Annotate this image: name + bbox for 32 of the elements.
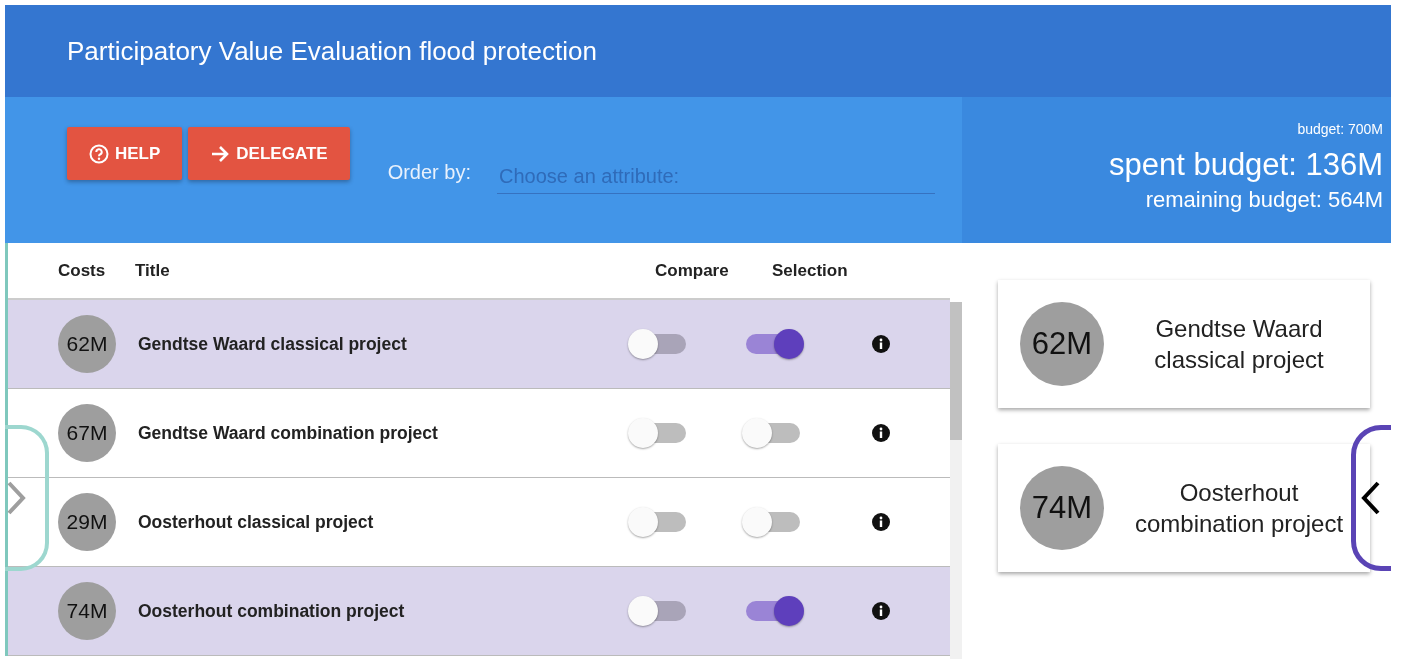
column-header: Compare [655,259,730,282]
project-title: Oosterhout combination project [1133,477,1345,539]
cost-badge: 62M [1020,302,1104,386]
app-title: Participatory Value Evaluation flood protection [67,34,597,68]
cost-badge: 29M [58,493,116,551]
help-button[interactable]: HELP [67,127,183,180]
budget-total: budget: 700M [1297,120,1383,139]
cost-badge: 62M [58,315,116,373]
column-header: Title [135,259,171,282]
delegate-button[interactable]: DELEGATE [188,127,350,180]
cost-badge: 74M [1020,466,1104,550]
arrow-right-icon [210,144,231,163]
info-icon[interactable] [872,602,890,620]
project-title: Oosterhout combination project [138,599,406,623]
info-icon[interactable] [872,424,890,442]
order-by-label: Order by: [387,160,471,185]
chevron-right-icon [5,480,27,516]
project-title: Oosterhout classical project [138,510,375,534]
column-header: Selection [772,259,849,282]
cost-badge: 67M [58,404,116,462]
help-icon [89,143,109,164]
spent-budget: spent budget: 136M [1108,146,1383,184]
remaining-budget: remaining budget: 564M [1145,186,1383,215]
project-title: Gendtse Waard combination project [138,421,439,445]
project-title: Gendtse Waard classical project [138,332,408,356]
expand-handle[interactable] [5,425,49,571]
column-header: Costs [58,259,107,282]
info-icon[interactable] [872,335,890,353]
info-icon[interactable] [872,513,890,531]
cost-badge: 74M [58,582,116,640]
project-title: Gendtse Waard classical project [1153,313,1325,375]
chevron-left-icon [1360,480,1382,516]
